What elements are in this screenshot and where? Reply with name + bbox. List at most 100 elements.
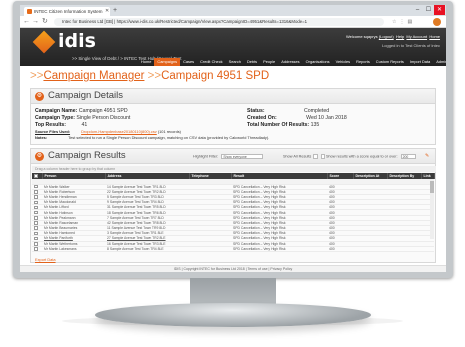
show-all-checkbox[interactable] bbox=[313, 154, 319, 159]
menu-item-debts[interactable]: Debts bbox=[244, 58, 260, 66]
menu-item-custom-reports[interactable]: Custom Reports bbox=[373, 58, 407, 66]
score-input[interactable]: 200 bbox=[400, 154, 416, 159]
logged-in-text: Logged in to Test Clients of Intec bbox=[382, 43, 440, 48]
browser-tab[interactable]: INTEC Citizen Information System ✕ bbox=[24, 7, 110, 16]
row-select-checkbox[interactable] bbox=[34, 221, 38, 225]
extension-icons[interactable]: ☆⋮▤ bbox=[392, 17, 415, 27]
breadcrumb-campaign-manager[interactable]: Campaign Manager bbox=[43, 70, 144, 82]
menu-item-reports[interactable]: Reports bbox=[353, 58, 373, 66]
total-results-row: Total Number Of Results: 135 bbox=[247, 122, 319, 128]
export-data-link[interactable]: Export Data bbox=[35, 257, 56, 262]
browser-toolbar: ← → ↻ Intec for Business Ltd [GB] | http… bbox=[20, 16, 446, 28]
campaign-type-value: Single Person Discount bbox=[76, 115, 131, 121]
menu-item-addresses[interactable]: Addresses bbox=[278, 58, 302, 66]
tab-title: INTEC Citizen Information System bbox=[34, 9, 103, 14]
maximize-button[interactable]: ☐ bbox=[423, 5, 434, 15]
app-header: idis >> Single View of Debt / > INTEC Te… bbox=[20, 28, 446, 66]
notes-row: Notes: Test selected to run a Single Per… bbox=[35, 135, 269, 140]
panel-header: ⚙ Campaign Results Highlight Filter: Sho… bbox=[31, 149, 435, 164]
campaign-name-value: Campaign 4951 SPD bbox=[78, 108, 128, 114]
menu-item-search[interactable]: Search bbox=[226, 58, 244, 66]
row-select-checkbox[interactable] bbox=[34, 184, 38, 189]
score-filter-checkbox[interactable] bbox=[321, 154, 325, 159]
select-all-checkbox[interactable] bbox=[34, 174, 38, 178]
field-label: Campaign Type: bbox=[35, 115, 75, 121]
campaign-name-row: Campaign Name: Campaign 4951 SPD bbox=[35, 108, 128, 114]
profile-avatar[interactable] bbox=[433, 18, 441, 26]
link-cell[interactable] bbox=[421, 246, 434, 252]
row-select-checkbox[interactable] bbox=[34, 231, 38, 235]
main-menu: Home Campaigns Cases Credit Check Search Debt… bbox=[138, 58, 446, 66]
minimize-button[interactable]: – bbox=[412, 5, 423, 15]
close-window-button[interactable]: ✕ bbox=[434, 5, 445, 15]
show-all-toggle[interactable]: Show All Results bbox=[283, 154, 319, 159]
field-label: Status: bbox=[247, 108, 265, 114]
row-select-checkbox[interactable] bbox=[34, 236, 38, 241]
panel-title: Campaign Details bbox=[48, 90, 123, 101]
export-icon[interactable]: ✎ bbox=[425, 153, 429, 159]
row-select-checkbox[interactable] bbox=[34, 210, 38, 215]
breadcrumb-separator: >> bbox=[144, 70, 162, 82]
menu-item-campaigns[interactable]: Campaigns bbox=[154, 58, 181, 66]
panel-title: Campaign Results bbox=[48, 150, 126, 161]
campaign-type-row: Campaign Type: Single Person Discount bbox=[35, 115, 130, 121]
highlight-filter-select[interactable]: Show everyone bbox=[221, 154, 264, 159]
table-scrollbar[interactable] bbox=[430, 179, 434, 239]
menu-item-organisations[interactable]: Organisations bbox=[303, 58, 333, 66]
row-select-checkbox[interactable] bbox=[34, 247, 38, 251]
logout-link[interactable]: (Logout) bbox=[379, 34, 394, 39]
row-select-checkbox[interactable] bbox=[34, 226, 38, 230]
welcome-text: Welcome sqaprys bbox=[345, 34, 378, 39]
home-link[interactable]: Home bbox=[429, 34, 440, 39]
menu-item-credit-check[interactable]: Credit Check bbox=[197, 58, 226, 66]
source-file-link[interactable]: Dropdom-Hampdenbase20180110(800).csv bbox=[81, 129, 157, 134]
new-tab-button[interactable]: + bbox=[113, 7, 123, 15]
reload-icon[interactable]: ↻ bbox=[42, 17, 48, 27]
row-select-checkbox[interactable] bbox=[34, 200, 38, 204]
group-by-hint: Drag a column header here to group by th… bbox=[32, 166, 436, 172]
menu-item-vehicles[interactable]: Vehicles bbox=[333, 58, 354, 66]
back-icon[interactable]: ← bbox=[23, 17, 30, 27]
table-row[interactable]: Mr Martin Lakesmans 8 Sample Avenue Test … bbox=[32, 246, 434, 252]
row-select-checkbox[interactable] bbox=[34, 242, 38, 246]
score-cell: 400 bbox=[327, 246, 353, 252]
menu-item-cases[interactable]: Cases bbox=[180, 58, 197, 66]
field-label: Notes: bbox=[35, 135, 48, 140]
menu-item-home[interactable]: Home bbox=[138, 58, 154, 66]
address-bar[interactable]: Intec for Business Ltd [GB] | https://ww… bbox=[54, 18, 384, 26]
status-value: Completed bbox=[304, 108, 330, 114]
source-file-row: Source Files Used: Dropdom-Hampdenbase20… bbox=[35, 129, 181, 134]
show-all-label[interactable]: Show All Results bbox=[283, 155, 311, 159]
description-by-cell bbox=[387, 246, 421, 252]
panel-header: ⚙ Campaign Details bbox=[31, 89, 435, 104]
close-tab-icon[interactable]: ✕ bbox=[105, 7, 109, 16]
results-icon: ⚙ bbox=[35, 152, 44, 161]
my-account-link[interactable]: My Account bbox=[406, 34, 427, 39]
page-footer: IDIS | Copyright INTEC for Business Ltd … bbox=[20, 265, 446, 272]
favicon-icon bbox=[27, 9, 32, 14]
help-link[interactable]: Help bbox=[396, 34, 404, 39]
top-results-row: Top Results: 41 bbox=[35, 122, 87, 128]
total-results-value: 135 bbox=[310, 122, 320, 128]
telephone-cell bbox=[189, 246, 231, 252]
row-select-checkbox[interactable] bbox=[34, 205, 38, 209]
menu-item-import-data[interactable]: Import Data bbox=[407, 58, 433, 66]
source-file-note: (101 records) bbox=[157, 129, 181, 134]
export-row: Export Data bbox=[35, 257, 56, 262]
address-link[interactable]: 8 Sample Avenue Test Town TR4 8LE bbox=[105, 246, 189, 252]
menu-item-admin[interactable]: Admin bbox=[433, 58, 446, 66]
person-link[interactable]: Mr Martin Lakesmans bbox=[42, 246, 105, 252]
forward-icon[interactable]: → bbox=[32, 17, 39, 27]
row-select-checkbox[interactable] bbox=[34, 190, 38, 194]
welcome-bar: Welcome sqaprys (Logout) Help My Account… bbox=[346, 34, 440, 39]
app-logo[interactable]: idis bbox=[58, 30, 96, 52]
row-checkbox[interactable] bbox=[32, 246, 42, 252]
results-table: Person Address Telephone Result Score Descrip… bbox=[32, 173, 435, 252]
score-filter: Show results with a score equal to or ov… bbox=[321, 154, 416, 159]
result-cell: SPD Cancellation – Very High Risk bbox=[231, 246, 327, 252]
highlight-filter-label: Highlight Filter: bbox=[193, 154, 219, 159]
menu-item-people[interactable]: People bbox=[260, 58, 278, 66]
row-select-checkbox[interactable] bbox=[34, 216, 38, 220]
scrollbar-thumb[interactable] bbox=[430, 181, 434, 193]
row-select-checkbox[interactable] bbox=[34, 195, 38, 199]
